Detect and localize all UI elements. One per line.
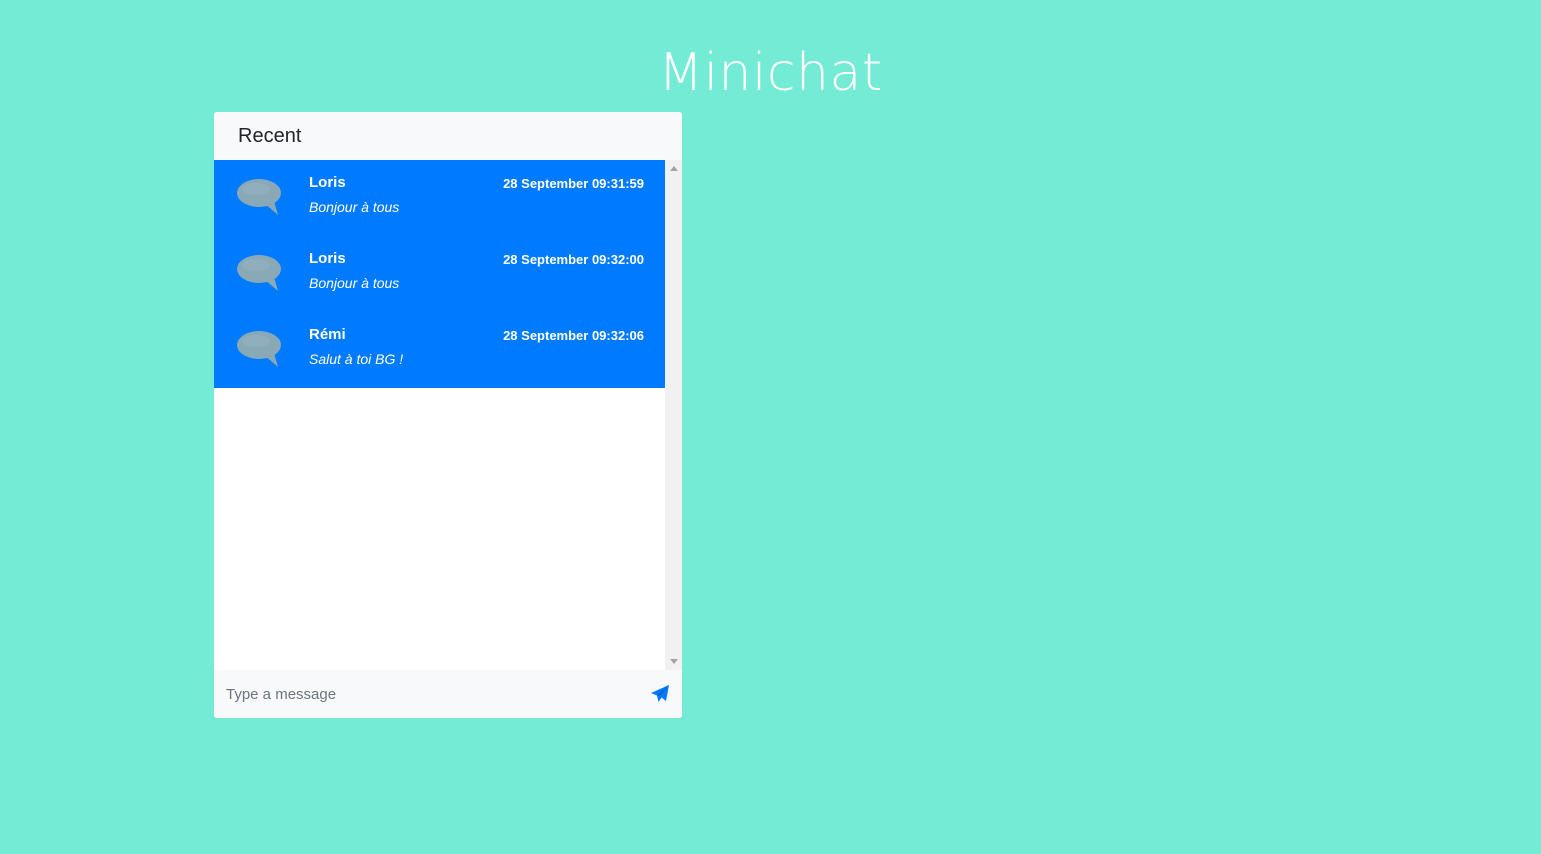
message-author: Loris [309,174,346,191]
scroll-down-arrow-icon[interactable] [670,659,678,664]
message-author: Loris [309,250,346,267]
panel-header-label: Recent [238,124,302,147]
speech-bubble-icon [237,331,281,367]
message-text: Bonjour à tous [309,199,400,215]
message-item: Rémi 28 September 09:32:06 Salut à toi B… [214,312,665,388]
speech-bubble-icon [237,179,281,215]
speech-bubble-icon [237,255,281,291]
paper-plane-icon[interactable] [650,684,670,704]
message-time: 28 September 09:32:00 [503,252,644,267]
message-item: Loris 28 September 09:31:59 Bonjour à to… [214,160,665,236]
message-text: Bonjour à tous [309,275,400,291]
page-title: Minichat [658,43,883,103]
panel-header: Recent [214,112,682,160]
message-time: 28 September 09:31:59 [503,176,644,191]
chat-panel: Recent Loris 28 September 09:31:59 Bonjo… [214,112,682,718]
message-list[interactable]: Loris 28 September 09:31:59 Bonjour à to… [214,160,665,670]
message-time: 28 September 09:32:06 [503,328,644,343]
message-author: Rémi [309,326,346,343]
message-item: Loris 28 September 09:32:00 Bonjour à to… [214,236,665,312]
message-composer [214,670,682,718]
scroll-up-arrow-icon[interactable] [670,166,678,171]
message-text: Salut à toi BG ! [309,351,404,367]
message-list-scrollbar[interactable] [665,160,682,670]
message-input[interactable] [226,682,626,706]
